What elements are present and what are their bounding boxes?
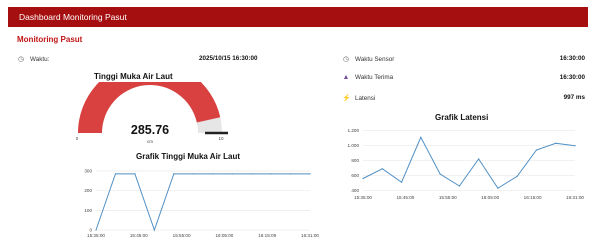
time-row: ◷ Waktu: <box>17 55 50 64</box>
latency-y-tick-label: 1.200 <box>348 128 360 133</box>
sensor-time-label: Waktu Sensor <box>355 55 395 63</box>
latency-data-point <box>516 175 518 177</box>
water-level-chart: 0 100 200 300 15:35:00 15:45:00 15:55:00 16:05:… <box>84 169 319 238</box>
water-level-data-point <box>231 173 233 175</box>
user-icon: ▲ <box>342 74 350 81</box>
water-level-y-tick-label: 0 <box>89 228 92 233</box>
latency-y-tick-label: 600 <box>351 173 359 178</box>
latency-data-point <box>400 181 403 183</box>
water-level-data-point <box>192 173 194 175</box>
latency-y-tick-label: 1.000 <box>348 143 360 148</box>
water-level-y-tick-label: 200 <box>84 188 92 193</box>
received-time-label: Waktu Terima <box>355 74 394 81</box>
latency-data-point <box>574 145 576 147</box>
water-level-y-tick-label: 100 <box>84 208 92 213</box>
latency-x-tick-label: 15:45:00 <box>396 195 414 200</box>
water-level-x-tick-label: 16:05:00 <box>215 233 233 238</box>
latency-series-line <box>362 136 576 189</box>
latency-data-point <box>381 168 383 170</box>
app-header: Dashboard Monitoring Pasut <box>8 7 588 27</box>
latency-data-point <box>478 158 480 160</box>
latency-data-point <box>497 187 499 189</box>
gauge-unit: cm <box>147 139 153 144</box>
time-value: 2025/10/15 16:30:00 <box>199 55 258 62</box>
clock-icon: ◷ <box>17 56 25 63</box>
water-level-gauge: 285.76 cm 0 10 <box>76 82 228 144</box>
water-level-x-tick-label: 15:55:00 <box>173 233 191 238</box>
latency-data-point <box>458 185 460 187</box>
latency-data-point <box>420 136 422 138</box>
latency-label: Latensi <box>355 94 376 102</box>
latency-x-tick-label: 15:55:00 <box>439 195 457 200</box>
latency-data-point <box>555 142 557 144</box>
water-level-x-tick-label: 15:35:00 <box>87 233 105 238</box>
water-level-x-tick-label: 16:15:09 <box>258 233 276 238</box>
sensor-time-value: 16:30:00 <box>559 55 585 62</box>
water-level-y-tick-label: 300 <box>84 169 92 174</box>
latency-x-tick-label: 15:35:00 <box>354 195 372 200</box>
water-level-data-point <box>289 173 292 175</box>
latency-x-tick-label: 16:31:00 <box>566 195 584 200</box>
water-level-data-point <box>212 173 214 175</box>
water-level-chart-title: Grafik Tinggi Muka Air Laut <box>136 152 241 161</box>
received-time-row: ▲ Waktu Terima <box>342 74 394 81</box>
water-level-data-point <box>270 173 272 175</box>
water-level-x-tick-label: 16:31:00 <box>301 233 319 238</box>
water-level-data-point <box>134 173 136 175</box>
water-level-data-point <box>309 173 311 175</box>
water-level-data-point <box>251 173 253 175</box>
lightning-icon: ⚡ <box>342 95 351 102</box>
latency-data-point <box>535 149 538 151</box>
latency-data-point <box>439 173 441 175</box>
clock-icon: ◷ <box>342 56 350 63</box>
latency-y-tick-label: 800 <box>351 158 359 163</box>
water-level-data-point <box>114 173 117 175</box>
water-level-data-point <box>95 229 97 231</box>
water-level-data-point <box>173 173 175 175</box>
gauge-min-label: 0 <box>76 136 79 141</box>
app-title: Dashboard Monitoring Pasut <box>19 12 127 22</box>
gauge-max-label: 10 <box>218 136 224 141</box>
latency-x-tick-label: 16:05:00 <box>481 195 499 200</box>
latency-data-point <box>362 177 364 180</box>
gauge-value: 285.76 <box>131 123 169 137</box>
time-label: Waktu: <box>30 55 50 63</box>
water-level-series-line <box>95 173 310 232</box>
page-subtitle: Monitoring Pasut <box>17 35 83 44</box>
sensor-time-row: ◷ Waktu Sensor <box>342 55 395 64</box>
latency-row: ⚡ Latensi <box>342 94 376 103</box>
latency-chart: 400 600 800 1.000 1.200 15:35:00 15:45:00 15:55… <box>348 128 585 200</box>
latency-x-tick-label: 16:15:00 <box>524 195 542 200</box>
latency-y-tick-label: 400 <box>351 188 359 193</box>
gauge-title: Tinggi Muka Air Laut <box>94 72 173 81</box>
received-time-value: 16:30:00 <box>559 74 585 81</box>
water-level-x-tick-label: 15:45:00 <box>130 233 148 238</box>
water-level-data-point <box>153 229 155 231</box>
latency-chart-title: Grafik Latensi <box>435 113 489 122</box>
latency-value: 997 ms <box>563 94 585 101</box>
